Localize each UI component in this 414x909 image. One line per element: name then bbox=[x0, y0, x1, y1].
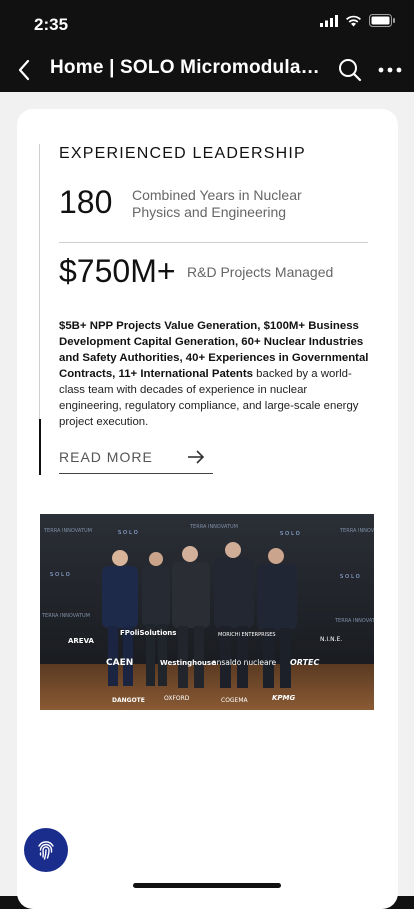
cellular-signal-icon bbox=[320, 14, 338, 27]
back-icon bbox=[18, 59, 30, 81]
more-icon bbox=[378, 67, 402, 73]
back-button[interactable] bbox=[10, 56, 38, 84]
backdrop-text: TERRA INNOVATUM bbox=[339, 528, 374, 534]
search-icon bbox=[339, 59, 362, 82]
backdrop-text: TERRA INNOVATUM bbox=[41, 613, 90, 619]
logo-text: MORICHI ENTERPRISES bbox=[218, 632, 276, 638]
backdrop-text: TERRA INNOVATUM bbox=[43, 528, 92, 534]
read-more-link[interactable]: READ MORE bbox=[59, 449, 213, 474]
leadership-card: EXPERIENCED LEADERSHIP 180 Combined Year… bbox=[17, 109, 398, 909]
backdrop-text: SOLO bbox=[118, 530, 140, 536]
backdrop-text: SOLO bbox=[340, 574, 362, 580]
status-time: 2:35 bbox=[34, 15, 69, 34]
backdrop-text: SOLO bbox=[50, 572, 72, 578]
more-button[interactable] bbox=[375, 56, 405, 84]
logo-text: KPMG bbox=[272, 694, 296, 702]
logo-text: FPoliSolutions bbox=[120, 629, 176, 637]
logo-text: DANGOTE bbox=[112, 697, 145, 704]
backdrop-text: SOLO bbox=[280, 531, 302, 537]
arrow-right-icon bbox=[188, 450, 205, 464]
logo-text: Westinghouse bbox=[160, 659, 216, 667]
page-viewport[interactable]: EXPERIENCED LEADERSHIP 180 Combined Year… bbox=[0, 92, 414, 909]
logo-text: AREVA bbox=[68, 637, 95, 645]
accent-line-active bbox=[39, 419, 41, 475]
status-icons bbox=[320, 14, 396, 27]
body-text: $5B+ NPP Projects Value Generation, $100… bbox=[59, 318, 372, 430]
divider bbox=[59, 242, 368, 243]
stat-value: $750M+ bbox=[59, 253, 176, 289]
fingerprint-icon bbox=[38, 841, 54, 860]
status-bar: 2:35 bbox=[0, 0, 414, 48]
search-button[interactable] bbox=[336, 56, 364, 84]
accent-line bbox=[39, 144, 40, 419]
battery-icon bbox=[369, 14, 395, 27]
home-indicator[interactable] bbox=[133, 883, 281, 888]
stat-label: R&D Projects Managed bbox=[187, 264, 334, 280]
page-title: Home | SOLO Micromodular... bbox=[50, 57, 320, 78]
section-heading: EXPERIENCED LEADERSHIP bbox=[59, 145, 306, 162]
backdrop-text: TERRA INNOVATUM bbox=[334, 618, 374, 624]
logo-text: ORTEC bbox=[290, 658, 320, 667]
logo-text: N.I.N.E. bbox=[320, 636, 342, 643]
read-more-label: READ MORE bbox=[59, 449, 153, 465]
backdrop-text: TERRA INNOVATUM bbox=[189, 524, 238, 530]
fingerprint-button[interactable] bbox=[24, 828, 68, 872]
team-photo: TERRA INNOVATUM TERRA INNOVATUM TERRA IN… bbox=[40, 514, 374, 710]
logo-text: ansaldo nucleare bbox=[212, 658, 277, 667]
wifi-icon bbox=[346, 15, 361, 26]
browser-header: Home | SOLO Micromodular... bbox=[0, 48, 414, 92]
stat-value: 180 bbox=[59, 184, 113, 220]
team-photo-illustration: TERRA INNOVATUM TERRA INNOVATUM TERRA IN… bbox=[40, 514, 374, 710]
logo-text: COGEMA bbox=[221, 697, 249, 704]
stat-label: Combined Years in Nuclear Physics and En… bbox=[132, 187, 302, 220]
logo-text: CAEN bbox=[106, 658, 133, 668]
logo-text: OXFORD bbox=[164, 695, 190, 702]
